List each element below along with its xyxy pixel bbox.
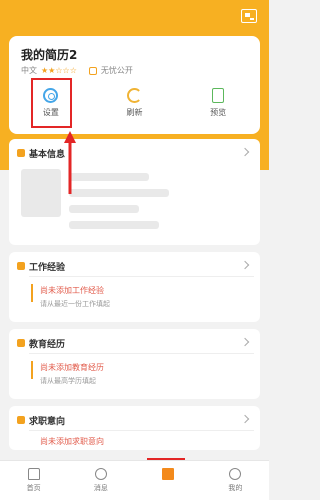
divider: [29, 430, 254, 431]
job-intention-section[interactable]: 求职意向 尚未添加求职意向: [9, 406, 260, 450]
preview-button[interactable]: 预览: [176, 86, 260, 130]
graduation-cap-icon: [17, 339, 25, 347]
accent-bar: [31, 361, 33, 379]
tab-profile[interactable]: 我的: [202, 461, 269, 500]
chevron-right-icon: [240, 260, 250, 270]
blurred-text: [69, 173, 149, 181]
language-label: 中文: [21, 66, 37, 75]
work-hint-text: 请从最近一份工作填起: [40, 300, 110, 308]
pointer-arrow: [64, 131, 76, 194]
accent-bar: [31, 284, 33, 302]
intention-empty-text[interactable]: 尚未添加求职意向: [40, 436, 104, 447]
work-experience-title: 工作经验: [29, 263, 66, 273]
bottom-tab-bar: 首页 消息 简历 我的: [0, 460, 269, 500]
basic-info-title: 基本信息: [29, 150, 66, 160]
work-experience-section[interactable]: 工作经验 尚未添加工作经验 请从最近一份工作填起: [9, 252, 260, 322]
tab-home-label: 首页: [26, 484, 41, 492]
completeness-stars: ★★☆☆☆: [41, 66, 77, 75]
tab-resume[interactable]: 简历: [135, 461, 202, 500]
resume-icon: [161, 467, 176, 481]
education-empty-text[interactable]: 尚未添加教育经历: [40, 362, 104, 373]
avatar-placeholder: [21, 169, 61, 217]
blurred-text: [69, 189, 169, 197]
profile-icon: [17, 149, 25, 157]
refresh-icon: [127, 88, 142, 103]
tab-home[interactable]: 首页: [0, 461, 67, 500]
scan-icon[interactable]: [241, 9, 257, 23]
tab-profile-label: 我的: [228, 484, 243, 492]
tab-messages[interactable]: 消息: [67, 461, 134, 500]
blurred-text: [69, 205, 139, 213]
target-icon: [17, 416, 25, 424]
job-intention-title: 求职意向: [29, 417, 66, 427]
chevron-right-icon: [240, 147, 250, 157]
resume-meta: 中文 ★★☆☆☆ 无忧公开: [21, 65, 133, 76]
message-icon: [94, 468, 107, 480]
education-section[interactable]: 教育经历 尚未添加教育经历 请从最高学历填起: [9, 329, 260, 399]
privacy-label[interactable]: 无忧公开: [101, 65, 133, 76]
chevron-right-icon: [240, 414, 250, 424]
education-title: 教育经历: [29, 340, 66, 350]
blurred-text: [69, 221, 159, 229]
user-icon: [229, 468, 242, 480]
work-empty-text[interactable]: 尚未添加工作经验: [40, 285, 104, 296]
tab-resume-label: 简历: [161, 485, 176, 493]
divider: [29, 353, 254, 354]
settings-highlight-box: [31, 78, 72, 128]
education-hint-text: 请从最高学历填起: [40, 377, 96, 385]
resume-title: 我的简历2: [21, 48, 78, 62]
basic-info-section[interactable]: 基本信息: [9, 139, 260, 245]
tab-messages-label: 消息: [93, 484, 108, 492]
home-icon: [27, 468, 40, 480]
briefcase-icon: [17, 262, 25, 270]
refresh-label: 刷新: [126, 108, 143, 117]
divider: [29, 276, 254, 277]
preview-label: 预览: [210, 108, 227, 117]
chevron-right-icon: [240, 337, 250, 347]
preview-icon: [212, 88, 225, 103]
lock-icon: [88, 66, 97, 75]
refresh-button[interactable]: 刷新: [93, 86, 177, 130]
